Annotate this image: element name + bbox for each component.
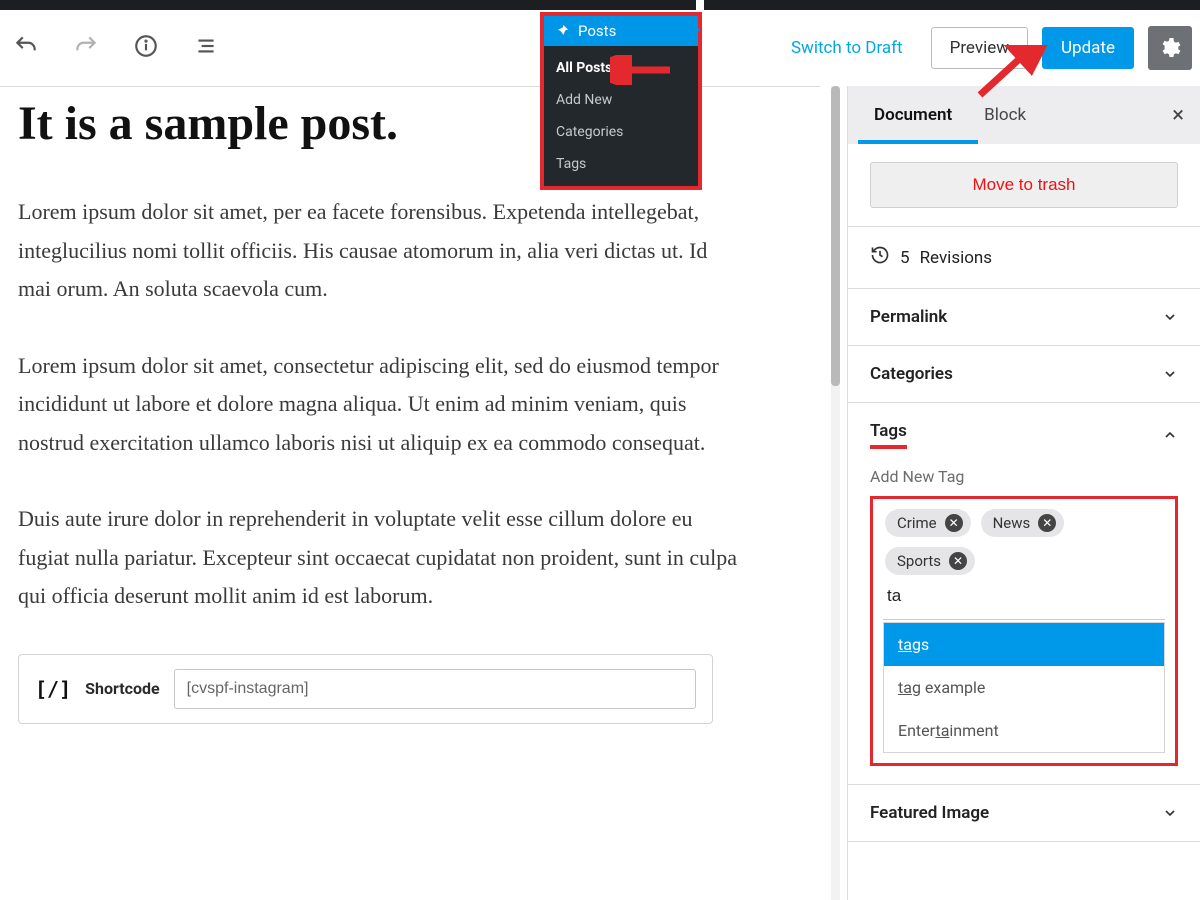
remove-tag-button[interactable]: ✕ bbox=[1038, 514, 1056, 532]
tags-editor: Crime ✕ News ✕ Sports ✕ bbox=[870, 496, 1178, 766]
tag-chip: Crime ✕ bbox=[885, 509, 971, 537]
remove-tag-button[interactable]: ✕ bbox=[945, 514, 963, 532]
chevron-down-icon bbox=[1162, 309, 1178, 325]
gear-icon bbox=[1158, 36, 1182, 60]
pin-icon bbox=[554, 23, 570, 39]
featured-image-panel[interactable]: Featured Image bbox=[848, 785, 1200, 842]
close-icon: × bbox=[1172, 103, 1184, 128]
shortcode-icon: [/] bbox=[35, 677, 71, 701]
tag-chip-label: Crime bbox=[897, 514, 937, 532]
close-sidebar-button[interactable]: × bbox=[1166, 97, 1190, 134]
tag-suggestion-item[interactable]: tag example bbox=[884, 666, 1164, 709]
tag-chip-label: News bbox=[993, 514, 1031, 532]
paragraph-block[interactable]: Lorem ipsum dolor sit amet, per ea facet… bbox=[18, 193, 738, 309]
history-icon bbox=[870, 245, 890, 270]
tag-suggestion-item[interactable]: tags bbox=[884, 623, 1164, 666]
tag-chip: Sports ✕ bbox=[885, 547, 975, 575]
outline-button[interactable] bbox=[188, 28, 224, 64]
move-to-trash-section: Move to trash bbox=[848, 144, 1200, 227]
annotation-arrow-update bbox=[970, 45, 1050, 105]
tab-document[interactable]: Document bbox=[858, 95, 968, 135]
tags-panel-header[interactable]: Tags bbox=[870, 421, 1178, 449]
menu-item-add-new[interactable]: Add New bbox=[544, 84, 698, 116]
shortcode-input[interactable] bbox=[174, 669, 696, 709]
window-top-strip bbox=[0, 0, 1200, 10]
shortcode-label: Shortcode bbox=[85, 679, 160, 698]
revisions-label: Revisions bbox=[920, 248, 993, 268]
tags-panel: Tags Add New Tag Crime ✕ News ✕ bbox=[848, 403, 1200, 785]
featured-image-label: Featured Image bbox=[870, 803, 989, 823]
remove-tag-button[interactable]: ✕ bbox=[949, 552, 967, 570]
chevron-down-icon bbox=[1162, 805, 1178, 821]
chevron-down-icon bbox=[1162, 366, 1178, 382]
posts-menu-header[interactable]: Posts bbox=[544, 16, 698, 46]
move-to-trash-button[interactable]: Move to trash bbox=[870, 162, 1178, 208]
paragraph-block[interactable]: Lorem ipsum dolor sit amet, consectetur … bbox=[18, 347, 738, 463]
settings-sidebar: Document Block × Move to trash 5 bbox=[847, 86, 1200, 900]
categories-label: Categories bbox=[870, 364, 953, 384]
categories-panel[interactable]: Categories bbox=[848, 346, 1200, 403]
tag-chip-label: Sports bbox=[897, 552, 941, 570]
menu-item-categories[interactable]: Categories bbox=[544, 116, 698, 148]
permalink-panel[interactable]: Permalink bbox=[848, 289, 1200, 346]
tag-input[interactable] bbox=[885, 585, 1110, 607]
redo-button[interactable] bbox=[68, 28, 104, 64]
sidebar-scrollbar[interactable] bbox=[825, 86, 847, 900]
undo-button[interactable] bbox=[8, 28, 44, 64]
tag-suggestions: tagstag exampleEntertainment bbox=[883, 622, 1165, 753]
switch-to-draft-button[interactable]: Switch to Draft bbox=[777, 28, 917, 68]
paragraph-block[interactable]: Duis aute irure dolor in reprehenderit i… bbox=[18, 500, 738, 616]
add-new-tag-label: Add New Tag bbox=[870, 467, 1178, 486]
shortcode-block[interactable]: [/] Shortcode bbox=[18, 654, 713, 724]
update-button[interactable]: Update bbox=[1042, 27, 1134, 69]
permalink-label: Permalink bbox=[870, 307, 947, 327]
tag-chip-row: Crime ✕ News ✕ Sports ✕ bbox=[883, 509, 1165, 620]
menu-item-tags[interactable]: Tags bbox=[544, 148, 698, 180]
revisions-count: 5 bbox=[900, 248, 910, 268]
posts-menu-label: Posts bbox=[578, 22, 616, 40]
tags-label: Tags bbox=[870, 421, 907, 449]
info-button[interactable] bbox=[128, 28, 164, 64]
annotation-arrow-all-posts bbox=[610, 55, 680, 85]
chevron-up-icon bbox=[1162, 427, 1178, 443]
posts-admin-menu: Posts All Posts Add New Categories Tags bbox=[540, 12, 702, 190]
tag-suggestion-item[interactable]: Entertainment bbox=[884, 709, 1164, 752]
tag-chip: News ✕ bbox=[981, 509, 1065, 537]
settings-button[interactable] bbox=[1148, 26, 1192, 70]
revisions-section[interactable]: 5 Revisions bbox=[848, 227, 1200, 289]
